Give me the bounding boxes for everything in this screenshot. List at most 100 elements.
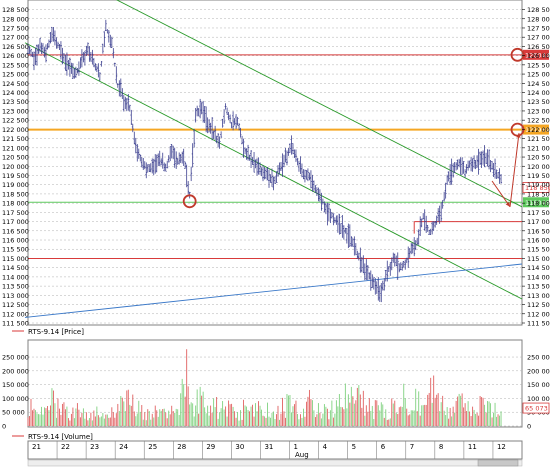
- volume-tick-label-left: 50 000: [2, 409, 25, 417]
- volume-tick-label: 0: [527, 423, 531, 431]
- price-tick-label: 115 500: [527, 246, 550, 254]
- price-volume-chart: 126044121989118048118 850 111 500111 500…: [2, 0, 550, 467]
- price-tick-label-left: 120 000: [2, 163, 29, 171]
- price-tick-label: 123 500: [527, 98, 550, 106]
- time-label: 11: [468, 443, 477, 451]
- price-legend-label: RTS-9.14 [Price]: [28, 328, 84, 336]
- current-volume-tag-label: 65 073: [525, 405, 548, 413]
- volume-tick-label: 100 000: [527, 395, 550, 403]
- price-tick-label-left: 123 000: [2, 107, 29, 115]
- h-scrollbar-thumb[interactable]: [477, 459, 519, 467]
- price-tick-label-left: 126 000: [2, 52, 29, 60]
- price-tick-label: 122 000: [527, 126, 550, 134]
- price-tick-label-left: 116 500: [2, 227, 29, 235]
- price-tick-label-left: 115 000: [2, 255, 29, 263]
- time-label: 23: [90, 443, 99, 451]
- price-tick-label: 127 500: [527, 24, 550, 32]
- price-tick-label-left: 118 000: [2, 200, 29, 208]
- price-tick-label: 113 500: [527, 283, 550, 291]
- time-label: 7: [410, 443, 414, 451]
- volume-tick-label-left: 150 000: [2, 381, 29, 389]
- price-tick-label: 115 000: [527, 255, 550, 263]
- price-tick-label-left: 122 000: [2, 126, 29, 134]
- volume-tick-label: 200 000: [527, 367, 550, 375]
- price-tick-label: 121 000: [527, 144, 550, 152]
- price-tick-label-left: 111 500: [2, 320, 29, 328]
- price-tick-label-left: 113 000: [2, 292, 29, 300]
- price-tick-label: 128 000: [527, 15, 550, 23]
- volume-panel: [27, 339, 523, 428]
- price-tick-label: 117 500: [527, 209, 550, 217]
- volume-tick-label: 250 000: [527, 354, 550, 362]
- volume-tick-label-left: 200 000: [2, 367, 29, 375]
- price-tick-label-left: 117 500: [2, 209, 29, 217]
- price-tick-label-left: 124 500: [2, 80, 29, 88]
- time-label: 5: [352, 443, 356, 451]
- time-label: 29: [206, 443, 215, 451]
- time-label: 31: [264, 443, 273, 451]
- price-tick-label-left: 118 500: [2, 190, 29, 198]
- price-tick-label: 124 500: [527, 80, 550, 88]
- price-tick-label: 124 000: [527, 89, 550, 97]
- price-tick-label-left: 120 500: [2, 154, 29, 162]
- price-tick-label: 123 000: [527, 107, 550, 115]
- time-axis: [27, 440, 523, 460]
- price-tick-label: 121 500: [527, 135, 550, 143]
- price-tick-label: 117 000: [527, 218, 550, 226]
- price-tick-label: 114 000: [527, 273, 550, 281]
- time-label: 28: [177, 443, 186, 451]
- price-tick-label-left: 122 500: [2, 117, 29, 125]
- price-tick-label-left: 123 500: [2, 98, 29, 106]
- price-tick-label-left: 125 500: [2, 61, 29, 69]
- time-label: 21: [32, 443, 41, 451]
- volume-tick-label-left: 100 000: [2, 395, 29, 403]
- price-tick-label-left: 127 000: [2, 34, 29, 42]
- price-tick-label: 122 500: [527, 117, 550, 125]
- price-tick-label: 118 500: [527, 190, 550, 198]
- price-tick-label-left: 128 000: [2, 15, 29, 23]
- time-label: 24: [119, 443, 128, 451]
- price-tick-label-left: 116 000: [2, 237, 29, 245]
- price-tick-label: 114 500: [527, 264, 550, 272]
- price-tick-label: 116 000: [527, 237, 550, 245]
- price-tick-label-left: 117 000: [2, 218, 29, 226]
- chart-root: 126044121989118048118 850 111 500111 500…: [0, 0, 550, 467]
- price-tick-label-left: 119 000: [2, 181, 29, 189]
- price-tick-label: 111 500: [527, 320, 550, 328]
- price-tick-label-left: 121 500: [2, 135, 29, 143]
- price-tick-label: 120 500: [527, 154, 550, 162]
- volume-tick-label-left: 0: [2, 423, 6, 431]
- time-label: 6: [381, 443, 386, 451]
- price-tick-label: 119 000: [527, 181, 550, 189]
- volume-legend-label: RTS-9.14 [Volume]: [28, 433, 93, 441]
- price-tick-label-left: 114 500: [2, 264, 29, 272]
- h-scrollbar[interactable]: [27, 459, 523, 467]
- price-tick-label-left: 127 500: [2, 24, 29, 32]
- price-tick-label: 125 000: [527, 71, 550, 79]
- price-tick-label-left: 112 000: [2, 310, 29, 318]
- price-tick-label: 119 500: [527, 172, 550, 180]
- price-tick-label-left: 121 000: [2, 144, 29, 152]
- price-tick-label: 113 000: [527, 292, 550, 300]
- price-tick-label-left: 115 500: [2, 246, 29, 254]
- volume-tick-label: 150 000: [527, 381, 550, 389]
- price-tick-label: 120 000: [527, 163, 550, 171]
- price-tick-label: 112 500: [527, 301, 550, 309]
- time-label: 4: [323, 443, 328, 451]
- price-tick-label: 118 000: [527, 200, 550, 208]
- price-tick-label-left: 124 000: [2, 89, 29, 97]
- price-tick-label: 126 500: [527, 43, 550, 51]
- price-tick-label-left: 114 000: [2, 273, 29, 281]
- price-tick-label-left: 128 500: [2, 6, 29, 14]
- price-tick-label-left: 126 500: [2, 43, 29, 51]
- price-tick-label-left: 112 500: [2, 301, 29, 309]
- price-tick-label: 125 500: [527, 61, 550, 69]
- time-axis-month: Aug: [295, 451, 309, 459]
- price-panel: [27, 0, 523, 326]
- price-tick-label-left: 113 500: [2, 283, 29, 291]
- time-label: 8: [439, 443, 443, 451]
- price-tick-label: 126 000: [527, 52, 550, 60]
- time-label: 22: [61, 443, 70, 451]
- price-tick-label: 127 000: [527, 34, 550, 42]
- price-tick-label: 128 500: [527, 6, 550, 14]
